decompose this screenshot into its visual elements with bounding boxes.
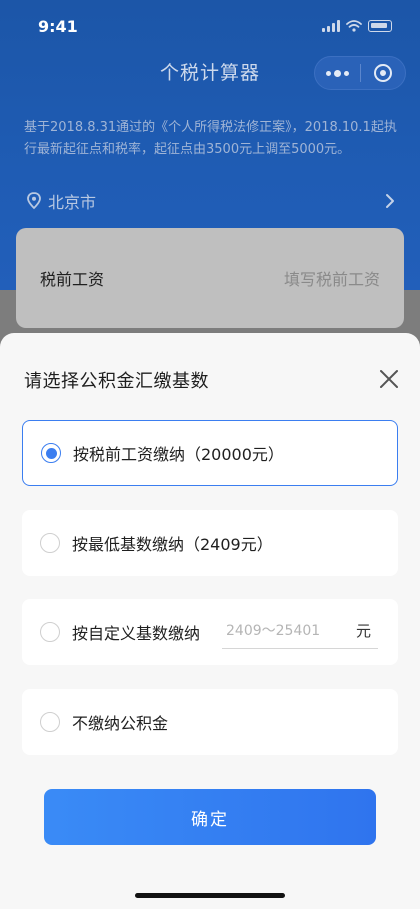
radio-unselected-icon <box>40 622 60 642</box>
custom-base-input[interactable] <box>222 622 342 639</box>
close-button[interactable] <box>376 366 402 392</box>
option-minimum-base[interactable]: 按最低基数缴纳（2409元） <box>22 510 398 576</box>
sheet-title: 请选择公积金汇缴基数 <box>24 371 209 392</box>
confirm-button[interactable]: 确定 <box>44 789 376 845</box>
status-time: 9:41 <box>38 16 78 36</box>
option-pretax-salary[interactable]: 按税前工资缴纳（20000元） <box>22 420 398 486</box>
chevron-right-icon <box>386 194 394 208</box>
salary-input[interactable]: 填写税前工资 <box>284 266 380 290</box>
provident-fund-sheet: 请选择公积金汇缴基数 按税前工资缴纳（20000元） 按最低基数缴纳（2409元… <box>0 333 420 909</box>
more-button[interactable] <box>315 57 360 89</box>
radio-unselected-icon <box>40 712 60 732</box>
target-circle-icon <box>373 64 392 82</box>
option-no-fund[interactable]: 不缴纳公积金 <box>22 689 398 755</box>
signal-icon <box>322 20 340 32</box>
battery-icon <box>368 20 392 32</box>
status-icons <box>322 20 392 32</box>
location-row[interactable]: 北京市 <box>26 188 396 214</box>
salary-label: 税前工资 <box>40 270 105 289</box>
radio-unselected-icon <box>40 533 60 553</box>
home-indicator <box>135 893 285 898</box>
option-label: 按最低基数缴纳（2409元） <box>72 535 273 554</box>
close-icon <box>380 370 398 388</box>
location-pin-icon <box>27 192 41 210</box>
option-label: 不缴纳公积金 <box>72 714 169 733</box>
option-label: 按税前工资缴纳（20000元） <box>73 445 284 464</box>
option-custom-base[interactable]: 按自定义基数缴纳 元 <box>22 599 398 665</box>
more-dots-icon <box>325 69 349 77</box>
salary-card: 税前工资 填写税前工资 <box>16 228 404 328</box>
city-label: 北京市 <box>48 193 97 212</box>
intro-text: 基于2018.8.31通过的《个人所得税法修正案》，2018.10.1起执行最新… <box>24 120 397 157</box>
option-label: 按自定义基数缴纳 <box>72 624 201 643</box>
custom-base-field: 元 <box>222 613 378 649</box>
wifi-icon <box>346 20 362 32</box>
unit-label: 元 <box>356 622 372 640</box>
close-miniprogram-button[interactable] <box>361 57 406 89</box>
status-bar: 9:41 <box>0 0 420 52</box>
mini-program-capsule <box>314 56 406 90</box>
radio-selected-icon <box>41 443 61 463</box>
